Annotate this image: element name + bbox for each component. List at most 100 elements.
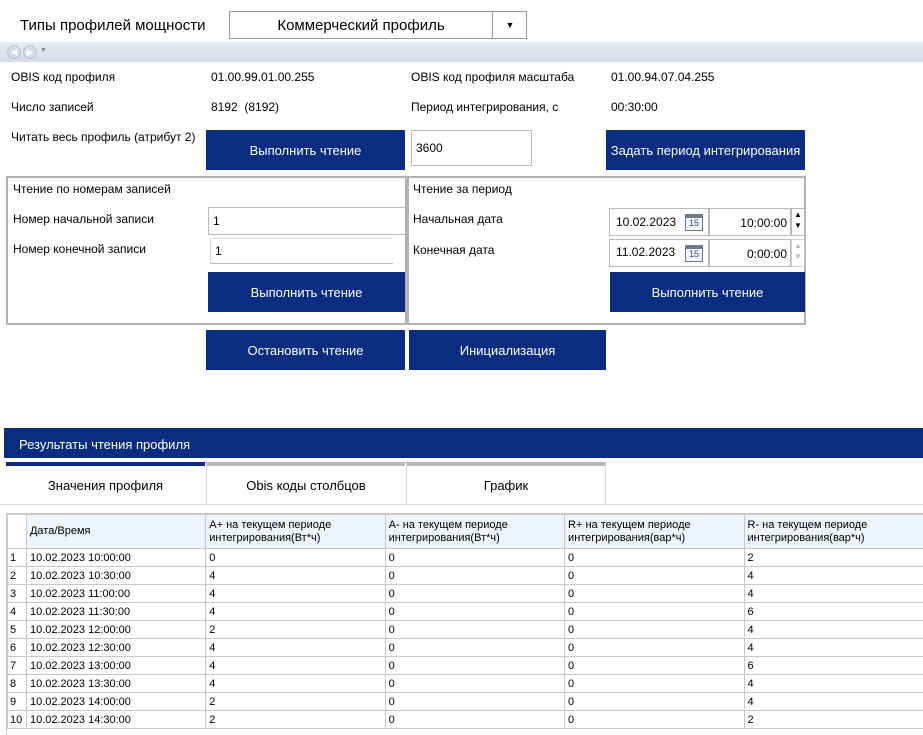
table-row[interactable]: 510.02.2023 12:00:002004 bbox=[8, 621, 923, 639]
table-cell[interactable]: 0 bbox=[385, 675, 564, 693]
tab-obis-codes[interactable]: Obis коды столбцов bbox=[206, 462, 405, 504]
cell-datetime[interactable]: 10.02.2023 11:30:00 bbox=[26, 603, 205, 621]
tab-chart[interactable]: График bbox=[406, 462, 606, 504]
start-time-spinner[interactable]: ▲ ▼ bbox=[791, 208, 805, 236]
start-time-input[interactable]: 10:00:00 bbox=[709, 208, 791, 236]
table-cell[interactable]: 6 bbox=[744, 657, 923, 675]
table-cell[interactable]: 4 bbox=[206, 585, 385, 603]
table-row[interactable]: 810.02.2023 13:30:004004 bbox=[8, 675, 923, 693]
set-period-button[interactable]: Задать период интегрирования bbox=[606, 130, 805, 170]
tab-profile-values[interactable]: Значения профиля bbox=[6, 462, 205, 504]
table-cell[interactable]: 0 bbox=[565, 675, 744, 693]
table-cell[interactable]: 2 bbox=[206, 621, 385, 639]
table-cell[interactable]: 4 bbox=[206, 675, 385, 693]
table-cell[interactable]: 4 bbox=[744, 639, 923, 657]
read-all-button[interactable]: Выполнить чтение bbox=[206, 130, 405, 170]
cell-datetime[interactable]: 10.02.2023 10:30:00 bbox=[26, 567, 205, 585]
table-cell[interactable]: 6 bbox=[744, 603, 923, 621]
table-cell[interactable]: 4 bbox=[744, 693, 923, 711]
period-input[interactable] bbox=[411, 130, 532, 166]
back-icon[interactable]: ◀ bbox=[7, 45, 21, 59]
table-cell[interactable]: 4 bbox=[206, 567, 385, 585]
table-cell[interactable]: 0 bbox=[385, 711, 564, 729]
table-cell[interactable]: 2 bbox=[744, 711, 923, 729]
calendar-icon[interactable]: 15 bbox=[685, 214, 703, 231]
table-cell[interactable]: 2 bbox=[206, 711, 385, 729]
cell-datetime[interactable]: 10.02.2023 12:00:00 bbox=[26, 621, 205, 639]
table-cell[interactable]: 4 bbox=[744, 675, 923, 693]
cell-datetime[interactable]: 10.02.2023 13:30:00 bbox=[26, 675, 205, 693]
table-cell[interactable]: 4 bbox=[744, 585, 923, 603]
row-number: 7 bbox=[8, 657, 27, 675]
spin-down-icon[interactable]: ▼ bbox=[792, 220, 804, 231]
cell-datetime[interactable]: 10.02.2023 12:30:00 bbox=[26, 639, 205, 657]
table-row[interactable]: 110.02.2023 10:00:000002 bbox=[8, 549, 923, 567]
row-number: 4 bbox=[8, 603, 27, 621]
table-cell[interactable]: 4 bbox=[206, 639, 385, 657]
table-cell[interactable]: 0 bbox=[565, 585, 744, 603]
cell-datetime[interactable]: 10.02.2023 14:30:00 bbox=[26, 711, 205, 729]
table-row[interactable]: 710.02.2023 13:00:004006 bbox=[8, 657, 923, 675]
forward-icon[interactable]: ▶ bbox=[23, 45, 37, 59]
start-record-input[interactable] bbox=[208, 207, 405, 235]
end-date-picker[interactable]: 11.02.2023 15 bbox=[609, 239, 709, 267]
table-cell[interactable]: 4 bbox=[206, 657, 385, 675]
table-cell[interactable]: 0 bbox=[565, 711, 744, 729]
table-row[interactable]: 910.02.2023 14:00:002004 bbox=[8, 693, 923, 711]
read-by-period-title: Чтение за период bbox=[413, 182, 512, 196]
table-row[interactable]: 610.02.2023 12:30:004004 bbox=[8, 639, 923, 657]
table-cell[interactable]: 0 bbox=[565, 693, 744, 711]
table-cell[interactable]: 4 bbox=[744, 621, 923, 639]
start-date-picker[interactable]: 10.02.2023 15 bbox=[609, 208, 709, 236]
spin-up-icon[interactable]: ▲ bbox=[792, 209, 804, 220]
table-cell[interactable]: 0 bbox=[565, 657, 744, 675]
table-cell[interactable]: 0 bbox=[206, 549, 385, 567]
table-cell[interactable]: 0 bbox=[385, 639, 564, 657]
chevron-down-icon[interactable]: ▼ bbox=[492, 12, 527, 38]
calendar-icon[interactable]: 15 bbox=[685, 245, 703, 262]
table-row[interactable]: 410.02.2023 11:30:004006 bbox=[8, 603, 923, 621]
read-by-number-button[interactable]: Выполнить чтение bbox=[208, 272, 405, 312]
end-record-input[interactable] bbox=[210, 238, 393, 264]
table-cell[interactable]: 0 bbox=[385, 567, 564, 585]
table-cell[interactable]: 0 bbox=[565, 639, 744, 657]
table-cell[interactable]: 0 bbox=[385, 693, 564, 711]
period-label: Период интегрирования, с bbox=[411, 100, 558, 114]
cell-datetime[interactable]: 10.02.2023 11:00:00 bbox=[26, 585, 205, 603]
table-cell[interactable]: 2 bbox=[206, 693, 385, 711]
end-date-label: Конечная дата bbox=[413, 243, 494, 257]
table-cell[interactable]: 0 bbox=[565, 549, 744, 567]
table-cell[interactable]: 0 bbox=[385, 549, 564, 567]
table-cell[interactable]: 0 bbox=[565, 621, 744, 639]
column-header-r-plus[interactable]: R+ на текущем периоде интегрирования(вар… bbox=[565, 515, 744, 549]
end-time-spinner[interactable]: ▲ ▼ bbox=[791, 239, 805, 267]
profile-type-select[interactable]: Коммерческий профиль ▼ bbox=[229, 11, 527, 39]
history-dropdown-icon[interactable]: ▼ bbox=[40, 47, 47, 54]
table-cell[interactable]: 4 bbox=[744, 567, 923, 585]
table-cell[interactable]: 0 bbox=[385, 585, 564, 603]
profile-data-grid[interactable]: Дата/Время A+ на текущем периоде интегри… bbox=[6, 513, 923, 735]
init-button[interactable]: Инициализация bbox=[409, 330, 606, 370]
column-header-a-plus[interactable]: A+ на текущем периоде интегрирования(Вт*… bbox=[206, 515, 385, 549]
spin-down-icon[interactable]: ▼ bbox=[792, 251, 804, 262]
stop-reading-button[interactable]: Остановить чтение bbox=[206, 330, 405, 370]
table-cell[interactable]: 0 bbox=[385, 657, 564, 675]
column-header-a-minus[interactable]: A- на текущем периоде интегрирования(Вт*… bbox=[385, 515, 564, 549]
cell-datetime[interactable]: 10.02.2023 10:00:00 bbox=[26, 549, 205, 567]
table-cell[interactable]: 4 bbox=[206, 603, 385, 621]
table-cell[interactable]: 0 bbox=[385, 603, 564, 621]
table-cell[interactable]: 0 bbox=[565, 603, 744, 621]
end-time-input[interactable]: 0:00:00 bbox=[709, 239, 791, 267]
read-by-period-button[interactable]: Выполнить чтение bbox=[610, 272, 805, 312]
table-cell[interactable]: 0 bbox=[385, 621, 564, 639]
table-cell[interactable]: 0 bbox=[565, 567, 744, 585]
column-header-datetime[interactable]: Дата/Время bbox=[26, 515, 205, 549]
table-row[interactable]: 210.02.2023 10:30:004004 bbox=[8, 567, 923, 585]
table-cell[interactable]: 2 bbox=[744, 549, 923, 567]
table-row[interactable]: 310.02.2023 11:00:004004 bbox=[8, 585, 923, 603]
spin-up-icon[interactable]: ▲ bbox=[792, 240, 804, 251]
cell-datetime[interactable]: 10.02.2023 13:00:00 bbox=[26, 657, 205, 675]
column-header-r-minus[interactable]: R- на текущем периоде интегрирования(вар… bbox=[744, 515, 923, 549]
cell-datetime[interactable]: 10.02.2023 14:00:00 bbox=[26, 693, 205, 711]
table-row[interactable]: 1010.02.2023 14:30:002002 bbox=[8, 711, 923, 729]
